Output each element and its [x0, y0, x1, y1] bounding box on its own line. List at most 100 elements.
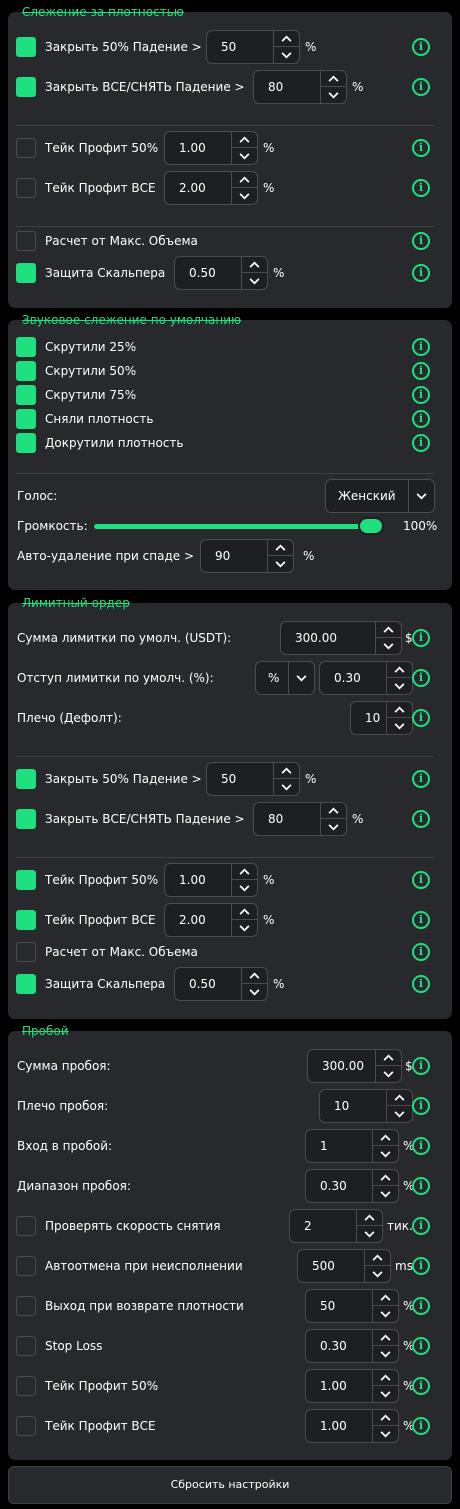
chevron-down-icon[interactable] [408, 480, 434, 512]
chevron-down-icon[interactable] [232, 148, 257, 164]
info-circle-icon[interactable]: i [412, 871, 430, 889]
density-scalper-checkbox[interactable] [16, 263, 36, 283]
info-circle-icon[interactable]: i [412, 78, 430, 96]
chevron-down-icon[interactable] [373, 1186, 398, 1202]
info-circle-icon[interactable]: i [412, 38, 430, 56]
chevron-up-icon[interactable] [274, 31, 299, 47]
limit-tpall-checkbox[interactable] [16, 910, 36, 930]
chevron-up-icon[interactable] [373, 1410, 398, 1426]
chevron-down-icon[interactable] [242, 984, 267, 1000]
chevron-up-icon[interactable] [242, 968, 267, 984]
info-circle-icon[interactable]: i [412, 911, 430, 929]
chevron-down-icon[interactable] [357, 1226, 382, 1242]
info-circle-icon[interactable]: i [412, 1257, 430, 1275]
limit-tpall-input[interactable]: 2.00 [164, 903, 258, 937]
density-tpall-input[interactable]: 2.00 [164, 171, 258, 205]
chevron-up-icon[interactable] [373, 1290, 398, 1306]
breakout-speed-input[interactable]: 2 [289, 1209, 383, 1243]
chevron-down-icon[interactable] [321, 87, 346, 103]
chevron-up-icon[interactable] [387, 702, 412, 718]
limit-tp50-checkbox[interactable] [16, 870, 36, 890]
chevron-up-icon[interactable] [373, 1130, 398, 1146]
limit-tp50-input[interactable]: 1.00 [164, 863, 258, 897]
chevron-down-icon[interactable] [373, 1426, 398, 1442]
density-tp50-input[interactable]: 1.00 [164, 131, 258, 165]
chevron-down-icon[interactable] [373, 1146, 398, 1162]
info-circle-icon[interactable]: i [412, 386, 430, 404]
density-tpall-checkbox[interactable] [16, 178, 36, 198]
density-maxvolume-checkbox[interactable] [16, 231, 36, 251]
sound-item-checkbox[interactable] [16, 337, 36, 357]
chevron-down-icon[interactable] [232, 880, 257, 896]
breakout-exitreturn-checkbox[interactable] [16, 1296, 36, 1316]
sound-item-checkbox[interactable] [16, 361, 36, 381]
chevron-down-icon[interactable] [232, 188, 257, 204]
chevron-down-icon[interactable] [268, 556, 293, 572]
sound-item-checkbox[interactable] [16, 385, 36, 405]
chevron-up-icon[interactable] [376, 1050, 401, 1066]
chevron-up-icon[interactable] [387, 1090, 412, 1106]
info-circle-icon[interactable]: i [412, 1337, 430, 1355]
chevron-down-icon[interactable] [387, 718, 412, 734]
info-circle-icon[interactable]: i [412, 709, 430, 727]
chevron-down-icon[interactable] [242, 273, 267, 289]
chevron-down-icon[interactable] [274, 779, 299, 795]
info-circle-icon[interactable]: i [412, 1297, 430, 1315]
chevron-up-icon[interactable] [321, 71, 346, 87]
chevron-up-icon[interactable] [387, 662, 412, 678]
info-circle-icon[interactable]: i [412, 434, 430, 452]
density-closeall-checkbox[interactable] [16, 77, 36, 97]
sound-item-checkbox[interactable] [16, 433, 36, 453]
info-circle-icon[interactable]: i [412, 1417, 430, 1435]
density-tp50-checkbox[interactable] [16, 138, 36, 158]
info-circle-icon[interactable]: i [412, 1217, 430, 1235]
limit-scalper-input[interactable]: 0.50 [174, 967, 268, 1001]
density-close50-checkbox[interactable] [16, 37, 36, 57]
info-circle-icon[interactable]: i [412, 1057, 430, 1075]
chevron-down-icon[interactable] [373, 1306, 398, 1322]
breakout-tp50-input[interactable]: 1.00 [305, 1369, 399, 1403]
breakout-autocancel-checkbox[interactable] [16, 1256, 36, 1276]
breakout-leverage-input[interactable]: 10 [319, 1089, 413, 1123]
info-circle-icon[interactable]: i [412, 264, 430, 282]
info-circle-icon[interactable]: i [412, 1097, 430, 1115]
chevron-up-icon[interactable] [376, 622, 401, 638]
voice-select[interactable]: Женский [325, 479, 435, 513]
density-close50-input[interactable]: 50 [206, 30, 300, 64]
info-circle-icon[interactable]: i [412, 975, 430, 993]
info-circle-icon[interactable]: i [412, 1377, 430, 1395]
info-circle-icon[interactable]: i [412, 410, 430, 428]
chevron-up-icon[interactable] [373, 1370, 398, 1386]
limit-offset-input[interactable]: 0.30 [319, 661, 413, 695]
info-circle-icon[interactable]: i [412, 139, 430, 157]
info-circle-icon[interactable]: i [412, 943, 430, 961]
info-circle-icon[interactable]: i [412, 179, 430, 197]
breakout-stoploss-input[interactable]: 0.30 [305, 1329, 399, 1363]
breakout-stoploss-checkbox[interactable] [16, 1336, 36, 1356]
chevron-up-icon[interactable] [232, 864, 257, 880]
info-circle-icon[interactable]: i [412, 629, 430, 647]
info-circle-icon[interactable]: i [412, 362, 430, 380]
limit-offset-mode-select[interactable]: % [255, 661, 315, 695]
chevron-up-icon[interactable] [365, 1250, 390, 1266]
breakout-exitreturn-input[interactable]: 50 [305, 1289, 399, 1323]
info-circle-icon[interactable]: i [412, 1137, 430, 1155]
chevron-down-icon[interactable] [365, 1266, 390, 1282]
limit-close50-checkbox[interactable] [16, 769, 36, 789]
chevron-down-icon[interactable] [387, 678, 412, 694]
chevron-down-icon[interactable] [321, 819, 346, 835]
chevron-up-icon[interactable] [232, 904, 257, 920]
info-circle-icon[interactable]: i [412, 810, 430, 828]
volume-slider-thumb[interactable] [358, 517, 384, 535]
sound-item-checkbox[interactable] [16, 409, 36, 429]
chevron-down-icon[interactable] [376, 1066, 401, 1082]
chevron-up-icon[interactable] [373, 1330, 398, 1346]
breakout-tpall-checkbox[interactable] [16, 1416, 36, 1436]
info-circle-icon[interactable]: i [412, 669, 430, 687]
chevron-up-icon[interactable] [274, 763, 299, 779]
chevron-down-icon[interactable] [232, 920, 257, 936]
info-circle-icon[interactable]: i [412, 1177, 430, 1195]
limit-closeall-input[interactable]: 80 [253, 802, 347, 836]
autodelete-input[interactable]: 90 [200, 539, 294, 573]
density-scalper-input[interactable]: 0.50 [174, 256, 268, 290]
